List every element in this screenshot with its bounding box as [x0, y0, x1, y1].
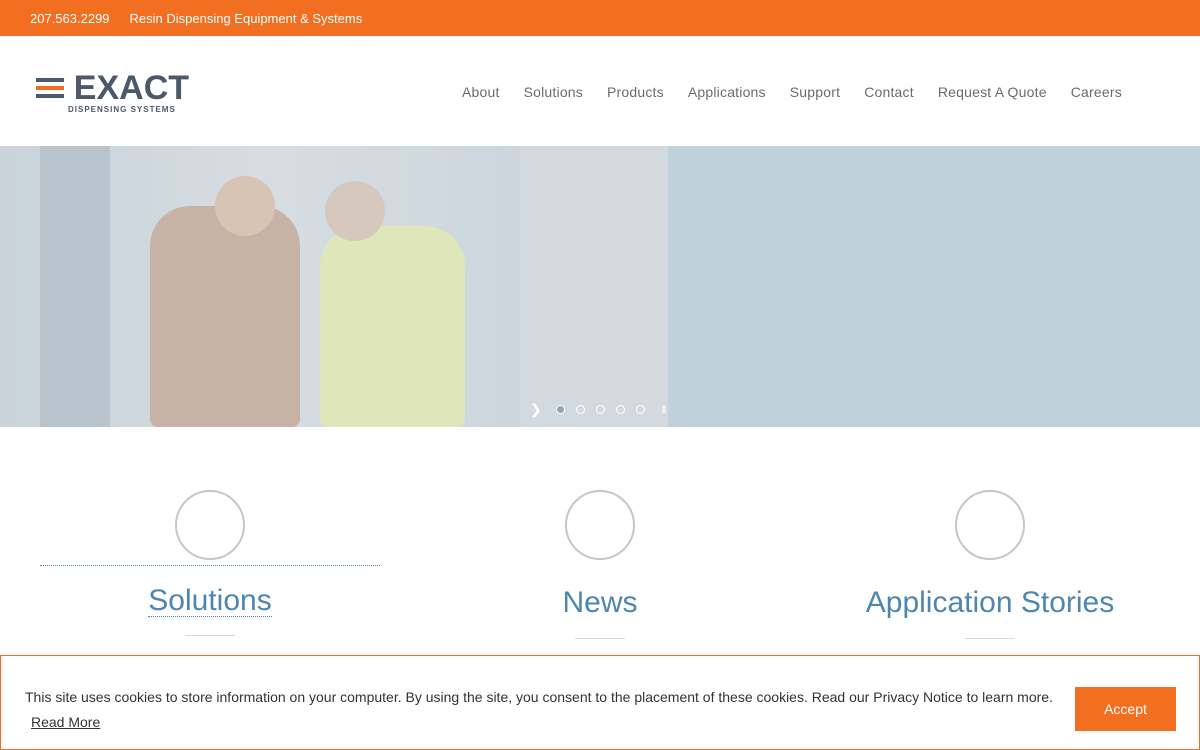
feature-divider: [185, 635, 235, 636]
pause-icon[interactable]: ‖: [662, 404, 667, 416]
photo-shelf-right: [520, 146, 668, 427]
photo-worker-left: [150, 206, 300, 427]
feature-icon-circle: [565, 490, 635, 560]
feature-application-stories[interactable]: Application Stories: [820, 490, 1160, 639]
top-bar: 207.563.2299 Resin Dispensing Equipment …: [0, 0, 1200, 36]
nav-careers[interactable]: Careers: [1071, 84, 1122, 100]
feature-divider: [575, 638, 625, 639]
photo-worker-right: [320, 226, 465, 427]
logo-subtitle: DISPENSING SYSTEMS: [68, 105, 176, 114]
main-nav: About Solutions Products Applications Su…: [462, 84, 1146, 100]
slider-controls: ❯ ‖: [530, 401, 666, 418]
read-more-link[interactable]: Read More: [31, 714, 100, 730]
photo-worker-right-head: [325, 181, 385, 241]
hero-slider: ❯ ‖: [0, 146, 1200, 427]
feature-solutions[interactable]: Solutions: [40, 490, 380, 636]
phone-number[interactable]: 207.563.2299: [30, 11, 110, 26]
feature-title-news[interactable]: News: [562, 586, 637, 620]
slider-dot-1[interactable]: [555, 405, 565, 414]
site-header: EXACT DISPENSING SYSTEMS About Solutions…: [0, 36, 1200, 146]
accept-button[interactable]: Accept: [1075, 687, 1176, 731]
chevron-right-icon[interactable]: ❯: [530, 401, 542, 418]
nav-products[interactable]: Products: [607, 84, 664, 100]
cookie-banner: This site uses cookies to store informat…: [0, 655, 1200, 750]
feature-news[interactable]: News: [430, 490, 770, 639]
feature-title-solutions[interactable]: Solutions: [148, 586, 272, 617]
nav-support[interactable]: Support: [790, 84, 840, 100]
feature-divider: [965, 638, 1015, 639]
logo-wordmark: EXACT: [73, 69, 190, 107]
nav-contact[interactable]: Contact: [864, 84, 914, 100]
slider-dot-2[interactable]: [575, 405, 585, 414]
nav-applications[interactable]: Applications: [688, 84, 766, 100]
exact-logo[interactable]: EXACT DISPENSING SYSTEMS: [36, 69, 198, 118]
slider-dot-4[interactable]: [615, 405, 625, 414]
feature-icon-circle: [175, 490, 245, 560]
tagline: Resin Dispensing Equipment & Systems: [129, 10, 363, 26]
slider-dot-3[interactable]: [595, 405, 605, 414]
nav-request-quote[interactable]: Request A Quote: [938, 84, 1047, 100]
nav-solutions[interactable]: Solutions: [524, 84, 583, 100]
photo-worker-left-head: [215, 176, 275, 236]
hero-photo: [0, 146, 668, 427]
nav-about[interactable]: About: [462, 84, 500, 100]
slider-dot-5[interactable]: [635, 405, 645, 414]
photo-shelf-left: [40, 146, 110, 427]
feature-title-application-stories[interactable]: Application Stories: [866, 586, 1114, 620]
feature-icon-circle: [955, 490, 1025, 560]
focus-outline: [40, 565, 380, 566]
cookie-message: This site uses cookies to store informat…: [25, 689, 1053, 705]
